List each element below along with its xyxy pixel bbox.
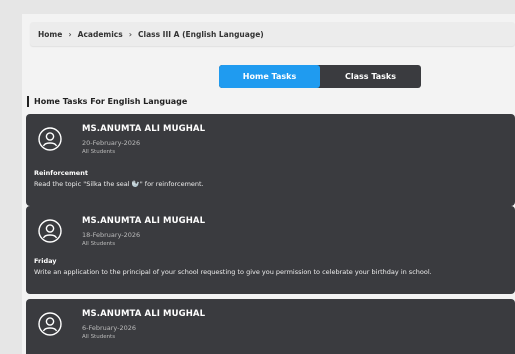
task-card[interactable]: MS.ANUMTA ALI MUGHAL 20-February-2026 Al… — [26, 114, 515, 206]
task-description: Read the topic "Silka the seal 🦭" for re… — [34, 180, 204, 188]
post-audience: All Students — [82, 334, 116, 340]
teacher-name: MS.ANUMTA ALI MUGHAL — [82, 216, 206, 226]
user-avatar-icon — [38, 312, 62, 336]
task-title: Reinforcement — [34, 169, 88, 177]
breadcrumb-separator-icon: › — [68, 29, 72, 39]
tab-class-tasks[interactable]: Class Tasks — [320, 65, 421, 88]
section-title: Home Tasks For English Language — [27, 96, 187, 107]
breadcrumb: Home › Academics › Class III A (English … — [30, 22, 515, 46]
tab-home-tasks[interactable]: Home Tasks — [219, 65, 320, 88]
breadcrumb-current: Class III A (English Language) — [138, 29, 264, 39]
teacher-name: MS.ANUMTA ALI MUGHAL — [82, 124, 206, 134]
task-tabs: Home Tasks Class Tasks — [219, 65, 421, 88]
post-date: 18-February-2026 — [82, 231, 141, 239]
post-date: 6-February-2026 — [82, 324, 137, 332]
breadcrumb-academics[interactable]: Academics — [78, 30, 123, 39]
task-title: Friday — [34, 257, 57, 265]
post-date: 20-February-2026 — [82, 139, 141, 147]
user-avatar-icon — [38, 127, 62, 151]
user-avatar-icon — [38, 219, 62, 243]
task-card[interactable]: MS.ANUMTA ALI MUGHAL 6-February-2026 All… — [26, 299, 515, 354]
page-frame: Home › Academics › Class III A (English … — [22, 14, 515, 354]
breadcrumb-separator-icon: › — [128, 29, 132, 39]
breadcrumb-home[interactable]: Home — [38, 30, 62, 39]
task-card[interactable]: MS.ANUMTA ALI MUGHAL 18-February-2026 Al… — [26, 206, 515, 294]
post-audience: All Students — [82, 241, 116, 247]
task-description: Write an application to the principal of… — [34, 268, 432, 276]
teacher-name: MS.ANUMTA ALI MUGHAL — [82, 309, 206, 319]
post-audience: All Students — [82, 149, 116, 155]
